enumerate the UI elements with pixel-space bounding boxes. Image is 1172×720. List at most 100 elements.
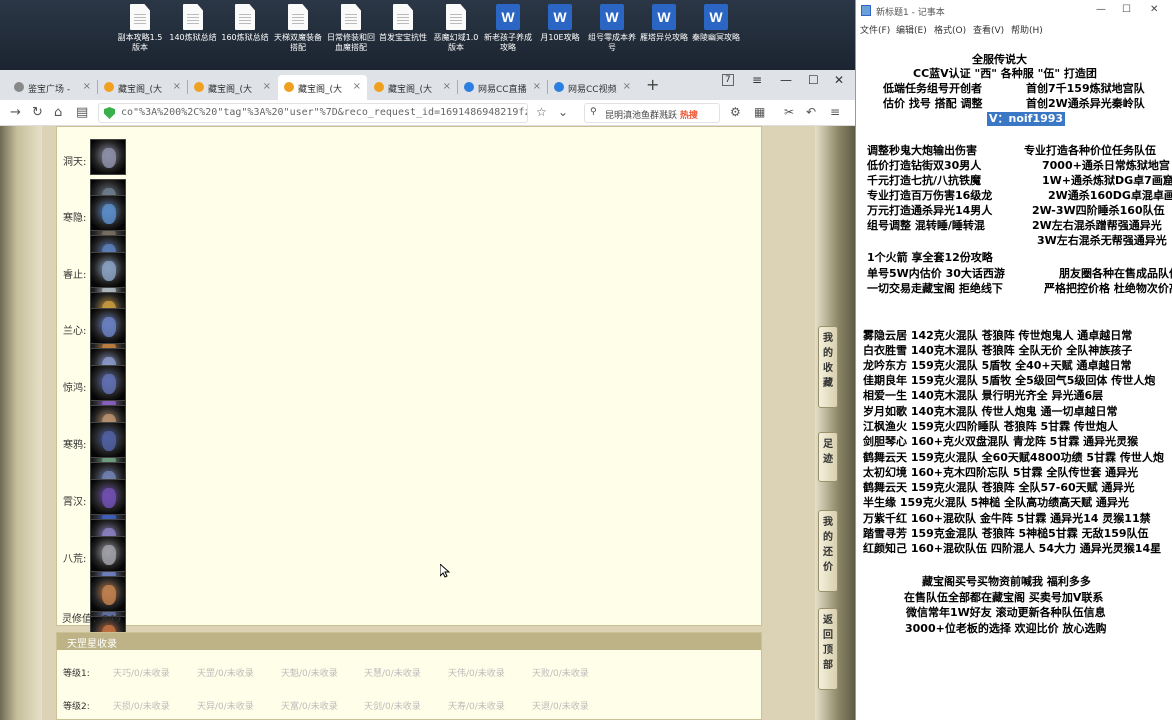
close-window-icon[interactable]: ✕	[1150, 4, 1158, 15]
equipment-panel: 洞天: 寒隐: 睿止: 兰心: 惊鸿: 寒鸦: 霄汉: 八荒:	[56, 126, 762, 675]
equipment-item-icon[interactable]	[90, 479, 126, 515]
item-list	[90, 252, 129, 448]
close-tab-icon[interactable]: ×	[83, 81, 91, 92]
extension-icon[interactable]: ⚙	[730, 105, 741, 119]
text-line: 龙吟东方 159克火混队 5盾牧 全40+天赋 通卓越日常	[863, 359, 1132, 372]
item-list	[90, 422, 129, 618]
tab-count-badge[interactable]: 7	[722, 74, 734, 86]
level-row: 等级1: 天巧/0/未收录 天罡/0/未收录 天魁/0/未收录 天慧/0/未收录 天伟/0…	[63, 666, 589, 679]
maximize-icon[interactable]: ☐	[1122, 4, 1131, 15]
text-line: 相爱一生 140克木混队 景行明光齐全 异光通6层	[863, 389, 1104, 402]
minimize-icon[interactable]: —	[780, 73, 792, 87]
star-entry: 天富/0/未收录	[281, 702, 338, 712]
desktop-word-icon[interactable]: W 组号零成本养号	[586, 4, 638, 53]
hamburger-icon[interactable]: ≡	[830, 105, 840, 119]
minimize-icon[interactable]: —	[1096, 4, 1106, 15]
row-label: 寒鸦:	[63, 440, 87, 451]
document-icon	[235, 4, 255, 30]
home-icon[interactable]: ⌂	[54, 105, 62, 120]
browser-tab[interactable]: 藏宝阁_(大 ×	[98, 75, 187, 100]
desktop-file-icon[interactable]: 恶魔幻域1.0版本	[430, 4, 482, 53]
desktop-file-icon[interactable]: 160炼狱总结	[219, 4, 271, 43]
equipment-item-icon[interactable]	[90, 139, 126, 175]
browser-tab-active[interactable]: 藏宝阁_(大 ×	[278, 75, 367, 100]
browser-tab[interactable]: 网易CC视频 ×	[548, 75, 637, 100]
text-line: 朋友圈各种在售成品队伍	[1059, 267, 1172, 280]
browser-tab[interactable]: 藏宝阁_(大 ×	[188, 75, 277, 100]
menu-view[interactable]: 查看(V)	[973, 23, 1004, 36]
page-left-border	[0, 126, 42, 720]
menu-edit[interactable]: 编辑(E)	[896, 23, 927, 36]
close-tab-icon[interactable]: ×	[263, 81, 271, 92]
document-icon	[341, 4, 361, 30]
reading-icon[interactable]: ▤	[76, 105, 88, 120]
word-doc-icon: W	[652, 4, 676, 30]
star-entry: 天损/0/未收录	[113, 702, 170, 712]
back-icon[interactable]: →	[10, 105, 21, 120]
desktop-file-icon[interactable]: 日常修装和回血魔搭配	[325, 4, 377, 53]
chevron-down-icon[interactable]: ⌄	[558, 105, 568, 119]
text-line: 江枫渔火 159克火四阶睡队 苍狼阵 5甘霖 传世炮人	[863, 420, 1118, 433]
my-counteroffer-button[interactable]: 我的还价	[818, 510, 838, 592]
browser-tab[interactable]: 藏宝阁_(大 ×	[368, 75, 457, 100]
item-list	[90, 139, 129, 375]
row-label: 八荒:	[63, 554, 87, 565]
close-tab-icon[interactable]: ×	[443, 81, 451, 92]
browser-tab[interactable]: 鉴宝广场 - ×	[8, 75, 97, 100]
reload-icon[interactable]: ↻	[32, 105, 43, 120]
desktop-word-icon[interactable]: W 秦陵幽冥攻略	[690, 4, 742, 43]
menu-icon[interactable]: ≡	[752, 73, 762, 87]
text-line: 千元打造七抗/八抗铁魔	[867, 174, 982, 187]
new-tab-button[interactable]: +	[646, 75, 659, 94]
menu-help[interactable]: 帮助(H)	[1011, 23, 1043, 36]
equipment-item-icon[interactable]	[90, 576, 126, 612]
level-label: 等级1:	[63, 669, 90, 679]
scissors-icon[interactable]: ✂	[784, 105, 794, 119]
maximize-icon[interactable]: ☐	[808, 73, 819, 87]
equipment-item-icon[interactable]	[90, 252, 126, 288]
equipment-item-icon[interactable]	[90, 195, 126, 231]
shield-icon	[104, 107, 115, 119]
grid-icon[interactable]: ▦	[754, 105, 765, 119]
footprint-button[interactable]: 足迹	[818, 432, 838, 482]
close-tab-icon[interactable]: ×	[353, 81, 361, 92]
item-list	[90, 365, 129, 561]
desktop-word-icon[interactable]: W 新老孩子养成攻略	[482, 4, 534, 53]
desktop: 副本攻略1.5版本 140炼狱总结 160炼狱总结 天梯双魔装备搭配 日常修装和…	[0, 0, 855, 70]
star-icon[interactable]: ☆	[536, 105, 547, 119]
browser-tab[interactable]: 网易CC直播 ×	[458, 75, 547, 100]
row-label: 惊鸿:	[63, 383, 87, 394]
close-tab-icon[interactable]: ×	[173, 81, 181, 92]
back-to-top-button[interactable]: 返回顶部	[818, 608, 838, 690]
desktop-file-icon[interactable]: 首发宝宝抗性	[377, 4, 429, 43]
notepad-title: 新标题1 - 记事本	[876, 8, 945, 18]
url-field[interactable]: co"%3A%200%2C%20"tag"%3A%20"user"%7D&rec…	[98, 103, 528, 123]
desktop-word-icon[interactable]: W 月10E攻略	[534, 4, 586, 43]
equipment-item-icon[interactable]	[90, 536, 126, 572]
desktop-word-icon[interactable]: W 雁塔异兑攻略	[638, 4, 690, 43]
desktop-file-icon[interactable]: 140炼狱总结	[167, 4, 219, 43]
close-tab-icon[interactable]: ×	[533, 81, 541, 92]
search-input[interactable]: ⚲ 昆明滇池鱼群溅跃 热搜	[584, 103, 720, 123]
my-favorites-button[interactable]: 我的收藏	[818, 326, 838, 408]
notepad-text-area[interactable]: 全服传说大 CC蓝V认证 "西" 各种服 "伍" 打造团 低端任务组号开创者 首创7千…	[856, 36, 1172, 720]
word-doc-icon: W	[600, 4, 624, 30]
menu-format[interactable]: 格式(O)	[934, 23, 966, 36]
level-label: 等级2:	[63, 702, 90, 712]
desktop-file-icon[interactable]: 天梯双魔装备搭配	[272, 4, 324, 53]
equipment-item-icon[interactable]	[90, 308, 126, 344]
text-line: 藏宝阁买号买物资前喊我 福利多多	[922, 575, 1091, 588]
menu-file[interactable]: 文件(F)	[860, 23, 890, 36]
undo-icon[interactable]: ↶	[806, 105, 816, 119]
document-icon	[393, 4, 413, 30]
search-icon: ⚲	[590, 107, 597, 117]
star-entry: 天巧/0/未收录	[113, 669, 170, 679]
text-line: 3000+位老板的选择 欢迎比价 放心选购	[905, 622, 1107, 635]
close-window-icon[interactable]: ✕	[834, 73, 844, 87]
equipment-item-icon[interactable]	[90, 365, 126, 401]
desktop-file-icon[interactable]: 副本攻略1.5版本	[114, 4, 166, 53]
close-tab-icon[interactable]: ×	[623, 81, 631, 92]
text-line: 2W通杀160DG卓混卓画	[1048, 189, 1172, 202]
browser-window: 鉴宝广场 - × 藏宝阁_(大 × 藏宝阁_(大 × 藏宝阁_(大 × 藏宝阁_(大 × …	[0, 70, 855, 720]
equipment-item-icon[interactable]	[90, 422, 126, 458]
